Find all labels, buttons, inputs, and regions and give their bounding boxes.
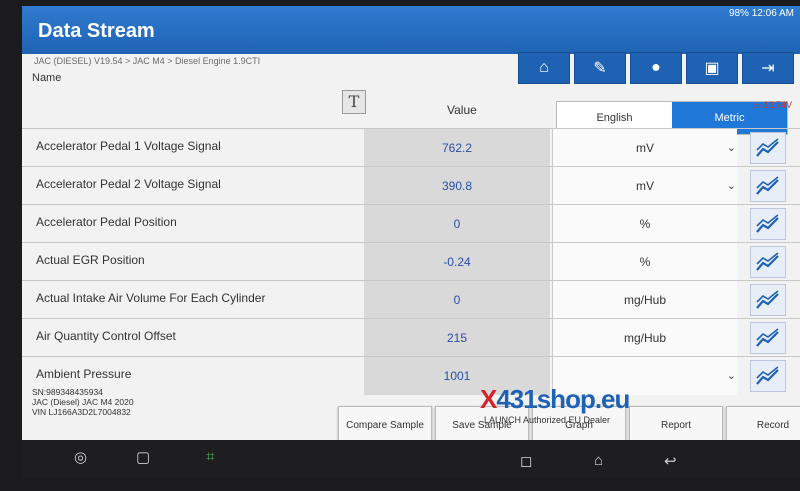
watermark-x: X [480,384,497,414]
record-button[interactable]: Record [726,406,800,444]
graph-toggle-button[interactable] [750,360,786,392]
tablet-screen: Data Stream 98% 12:06 AM JAC (DIESEL) V1… [22,6,800,478]
print-button[interactable]: ▣ [686,52,738,84]
parameter-value: 0 [364,281,550,319]
print-icon: ▣ [704,60,720,77]
title-bar: Data Stream 98% 12:06 AM [22,6,800,54]
battery-level: 98% [728,8,749,19]
name-column-header: Name [32,72,62,84]
android-nav-bar: ◎ ▢ ⌗ ◻ ⌂ ↩ [22,440,800,478]
vin: VIN LJ166A3D2L7004832 [32,407,131,417]
parameter-unit[interactable]: mV [552,167,737,205]
chevron-down-icon[interactable]: ⌄ [727,369,736,382]
gallery-icon[interactable]: ▢ [136,448,150,466]
trend-chart-icon [756,176,779,195]
back-icon[interactable]: ↩ [664,452,677,470]
battery-icon: ▭ [752,100,761,110]
toolbar: ⌂ ✎ ● ▣ ⇥ [518,52,794,84]
table-row[interactable]: Accelerator Pedal Position 0% [22,204,800,243]
table-row[interactable]: Accelerator Pedal 2 Voltage Signal 390.8 m… [22,166,800,205]
table-row[interactable]: Air Quantity Control Offset 215 mg/Hub [22,318,800,357]
vci-icon[interactable]: ⌗ [206,448,214,465]
parameter-name: Air Quantity Control Offset [36,329,176,343]
parameter-value: 762.2 [364,129,550,167]
parameter-name: Accelerator Pedal 1 Voltage Signal [36,139,221,153]
trend-chart-icon [756,214,779,233]
watermark-tagline: LAUNCH Authorized EU Dealer [484,415,611,425]
graph-toggle-button[interactable] [750,208,786,240]
table-row[interactable]: Actual EGR Position -0.24% [22,242,800,281]
parameter-value: 0 [364,205,550,243]
exit-icon: ⇥ [761,60,775,77]
parameter-unit[interactable]: % [552,205,737,243]
chevron-down-icon[interactable]: ⌄ [727,141,736,154]
chat-button[interactable]: ● [630,52,682,84]
breadcrumb: JAC (DIESEL) V19.54 > JAC M4 > Diesel En… [34,56,261,66]
chat-icon: ● [651,59,661,76]
parameter-name: Ambient Pressure [36,367,132,381]
trend-chart-icon [756,366,779,385]
parameter-name: Actual Intake Air Volume For Each Cylind… [36,291,266,305]
parameter-unit[interactable]: mg/Hub [552,319,737,357]
parameter-value: 390.8 [364,167,550,205]
text-size-button[interactable]: T [342,90,366,114]
parameter-unit[interactable]: % [552,243,737,281]
graph-toggle-button[interactable] [750,322,786,354]
report-button[interactable]: Report [629,406,723,444]
watermark-brand: 431shop.eu [496,384,630,414]
watermark: X431shop.eu LAUNCH Authorized EU Dealer [480,384,630,425]
compare-sample-button[interactable]: Compare Sample [338,406,432,444]
home-icon: ⌂ [539,59,549,76]
table-row[interactable]: Accelerator Pedal 1 Voltage Signal 762.2 m… [22,128,800,167]
value-column-header: Value [447,103,477,117]
parameter-unit[interactable]: mV [552,129,737,167]
home-button[interactable]: ⌂ [518,52,570,84]
parameter-value: 215 [364,319,550,357]
battery-voltage: ▭ 12.74V [752,100,792,110]
trend-chart-icon [756,290,779,309]
trend-chart-icon [756,328,779,347]
page-title: Data Stream [38,20,155,42]
graph-toggle-button[interactable] [750,284,786,316]
edit-button[interactable]: ✎ [574,52,626,84]
parameter-value: -0.24 [364,243,550,281]
exit-button[interactable]: ⇥ [742,52,794,84]
parameter-name: Accelerator Pedal Position [36,215,177,229]
edit-icon: ✎ [593,60,607,77]
home-nav-icon[interactable]: ⌂ [594,452,603,469]
vehicle-model: JAC (Diesel) JAC M4 2020 [32,397,134,407]
trend-chart-icon [756,252,779,271]
serial-number: SN:989348435934 [32,387,103,397]
parameter-unit[interactable]: mg/Hub [552,281,737,319]
table-row[interactable]: Ambient Pressure 1001 ⌄ [22,356,800,395]
graph-toggle-button[interactable] [750,132,786,164]
parameter-name: Actual EGR Position [36,253,145,267]
vehicle-info: SN:989348435934 JAC (Diesel) JAC M4 2020… [32,387,134,417]
status-bar: 98% 12:06 AM [729,8,794,19]
graph-toggle-button[interactable] [750,246,786,278]
chevron-down-icon[interactable]: ⌄ [727,179,736,192]
clock: 12:06 AM [751,8,794,19]
graph-toggle-button[interactable] [750,170,786,202]
recent-apps-icon[interactable]: ◻ [520,452,532,470]
launch-icon[interactable]: ◎ [74,448,87,466]
parameter-name: Accelerator Pedal 2 Voltage Signal [36,177,221,191]
trend-chart-icon [756,138,779,157]
table-row[interactable]: Actual Intake Air Volume For Each Cylind… [22,280,800,319]
